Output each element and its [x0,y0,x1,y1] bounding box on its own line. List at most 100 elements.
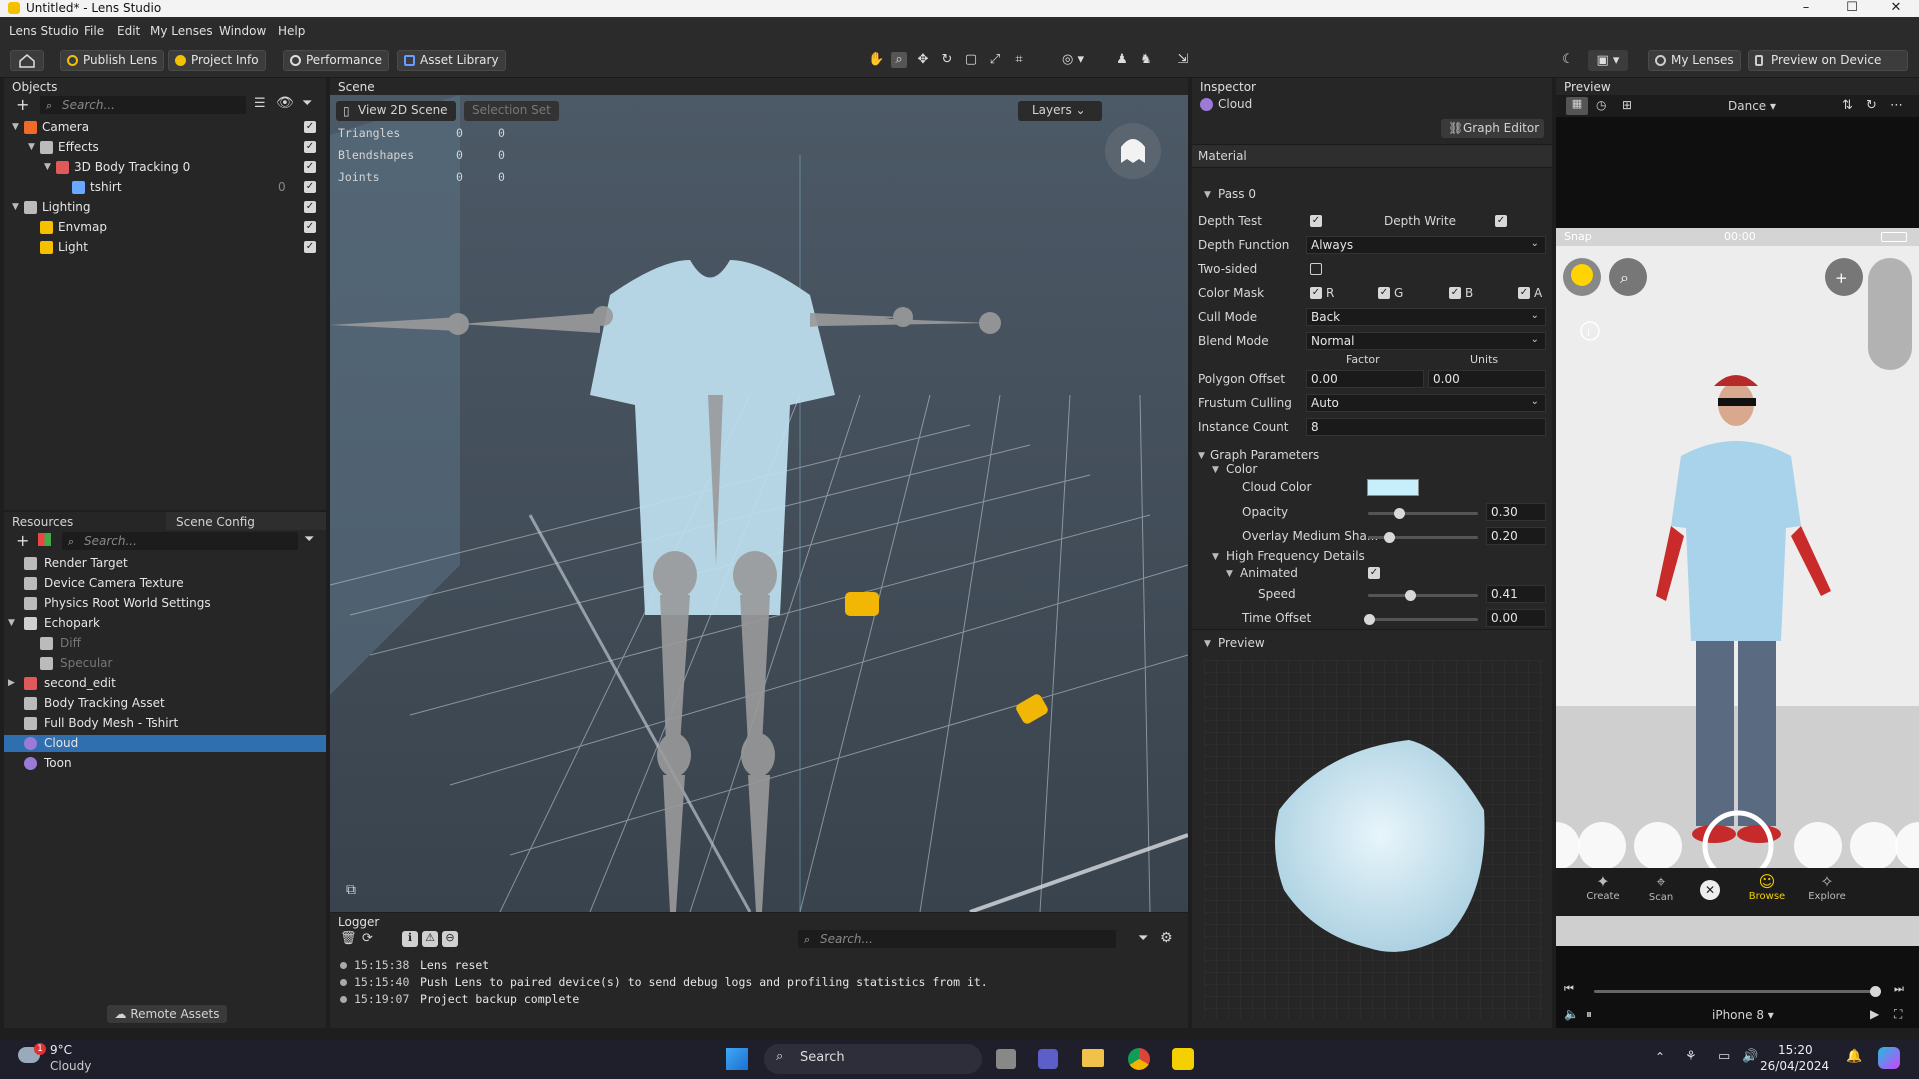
object-tree-row[interactable]: ▼ Effects ✓ [4,139,326,156]
tab-resources[interactable]: Resources [4,512,164,530]
mask-b-checkbox[interactable]: ✓ [1449,287,1461,299]
log-entry[interactable]: 15:15:38 Lens reset [338,958,1178,974]
object-enabled-checkbox[interactable]: ✓ [304,161,316,173]
my-lenses-button[interactable]: My Lenses [1648,50,1741,71]
global-local-icon[interactable]: ◎ ▾ [1055,52,1091,68]
remote-assets-button[interactable]: ☁ Remote Assets [107,1005,227,1023]
close-window-button[interactable]: ✕ [1873,0,1919,17]
warning-filter-icon[interactable]: ⚠ [422,931,438,947]
copilot-icon[interactable] [1878,1047,1900,1069]
performance-button[interactable]: Performance [283,50,390,71]
object-tree-row[interactable]: ▼ 3D Body Tracking 0 ✓ [4,159,326,176]
snap-alt-icon[interactable]: ♞ [1138,52,1154,68]
device-dropdown[interactable]: iPhone 8 ▾ [1712,1008,1774,1022]
volume-icon[interactable]: 🔈 [1564,1007,1579,1021]
object-enabled-checkbox[interactable]: ✓ [304,241,316,253]
object-enabled-checkbox[interactable]: ✓ [304,141,316,153]
project-info-button[interactable]: Project Info [168,50,266,71]
camera-toggle-icon[interactable]: ⧉ [346,882,356,898]
frustum-culling-select[interactable]: Auto ⌄ [1306,394,1546,412]
rotate-tool-icon[interactable]: ↻ [939,52,955,68]
two-sided-checkbox[interactable] [1310,263,1322,275]
animated-checkbox[interactable]: ✓ [1368,567,1380,579]
menu-file[interactable]: File [84,24,104,38]
volume-icon[interactable]: 🔊 [1742,1049,1758,1064]
add-resource-icon[interactable]: + [16,531,29,550]
filter-icon[interactable]: ⏷ [1138,931,1148,946]
chevron-right-icon[interactable]: ▶ [8,678,15,688]
resource-row[interactable]: Render Target [4,555,326,572]
wifi-icon[interactable]: ⚘ [1685,1049,1697,1064]
home-button[interactable] [10,50,44,71]
depth-test-checkbox[interactable]: ✓ [1310,215,1322,227]
time-offset-input[interactable]: 0.00 [1486,609,1546,627]
graph-editor-button[interactable]: ⛓ Graph Editor [1441,119,1544,138]
nav-item-browse[interactable]: ☺ Browse [1742,872,1792,902]
preview-on-device-button[interactable]: Preview on Device [1748,50,1908,71]
chevron-down-icon[interactable]: ▼ [8,618,15,628]
object-tree-row[interactable]: ▼ Camera ✓ [4,119,326,136]
zoom-tool-icon[interactable]: ⌕ [891,52,907,68]
timeline-slider[interactable] [1594,986,1881,997]
phone-screen[interactable]: Snap 00:00 ⌕ + i [1556,228,1919,946]
close-lens-icon[interactable]: ✕ [1700,880,1720,900]
rewind-icon[interactable]: ⏮ [1564,982,1574,996]
nav-item-explore[interactable]: ✧ Explore [1802,872,1852,902]
media-icon[interactable]: ⊞ [1622,98,1632,112]
windows-start-icon[interactable] [726,1048,748,1070]
layout-icon[interactable]: ▦ [1566,97,1588,115]
chevron-down-icon[interactable]: ▼ [12,202,19,212]
camera-icon[interactable]: ◷ [1596,98,1606,112]
cloud-color-swatch[interactable] [1367,479,1419,496]
object-tree-row[interactable]: Envmap ✓ [4,219,326,236]
chevron-up-icon[interactable]: ⌃ [1655,1050,1665,1064]
chevron-down-icon[interactable]: ▼ [28,142,35,152]
object-enabled-checkbox[interactable]: ✓ [304,121,316,133]
object-enabled-checkbox[interactable]: ✓ [304,181,316,193]
dance-dropdown[interactable]: Dance ▾ [1728,99,1776,113]
resource-row[interactable]: Toon [4,755,326,772]
resources-search-input[interactable]: ⌕ Search... [62,532,298,550]
view-2d-scene-button[interactable]: ▯ View 2D Scene [336,101,456,121]
overlay-input[interactable]: 0.20 [1486,527,1546,545]
material-preview-viewport[interactable] [1204,660,1542,1020]
scale-tool-icon[interactable]: ▢ [963,52,979,68]
menu-my-lenses[interactable]: My Lenses [150,24,213,38]
speed-slider[interactable] [1368,590,1478,601]
more-icon[interactable]: ⋯ [1890,98,1903,113]
move-tool-icon[interactable]: ✥ [915,52,931,68]
selection-set-button[interactable]: Selection Set [464,101,559,121]
menu-help[interactable]: Help [278,24,305,38]
add-object-icon[interactable]: + [16,95,29,114]
crop-icon[interactable]: ⛶ [1894,1007,1902,1022]
depth-write-checkbox[interactable]: ✓ [1495,215,1507,227]
speed-input[interactable]: 0.41 [1486,585,1546,603]
snap-icon[interactable]: ♟ [1114,52,1130,68]
play-icon[interactable]: ⏭ [1894,982,1904,996]
tab-scene-config[interactable]: Scene Config [166,512,326,530]
swap-camera-icon[interactable]: ⇅ [1842,98,1853,113]
chevron-down-icon[interactable]: ▼ [1226,569,1233,579]
object-tree-row[interactable]: Light ✓ [4,239,326,256]
menu-window[interactable]: Window [219,24,266,38]
minimize-button[interactable]: – [1783,0,1829,17]
mask-g-checkbox[interactable]: ✓ [1378,287,1390,299]
polygon-factor-input[interactable]: 0.00 [1306,370,1424,388]
object-enabled-checkbox[interactable]: ✓ [304,221,316,233]
objects-search-input[interactable]: ⌕ Search... [40,96,246,114]
publish-lens-button[interactable]: Publish Lens [60,50,165,71]
trash-icon[interactable]: 🗑 [340,931,357,946]
cull-mode-select[interactable]: Back ⌄ [1306,308,1546,326]
blend-mode-select[interactable]: Normal ⌄ [1306,332,1546,350]
filter-icon[interactable]: ⏷ [302,96,312,111]
list-view-icon[interactable]: ☰ [254,96,266,111]
reset-icon[interactable]: ↻ [1866,98,1877,113]
visibility-eye-icon[interactable]: 👁 [276,95,294,111]
resource-type-icon[interactable] [38,533,51,546]
slider-knob[interactable] [1405,590,1416,601]
pointer-tool-icon[interactable]: ⇲ [1175,52,1191,68]
resource-row[interactable]: Full Body Mesh - Tshirt [4,715,326,732]
task-view-icon[interactable] [996,1049,1016,1069]
object-tree-row[interactable]: ▼ Lighting ✓ [4,199,326,216]
chrome-icon[interactable] [1128,1048,1150,1070]
